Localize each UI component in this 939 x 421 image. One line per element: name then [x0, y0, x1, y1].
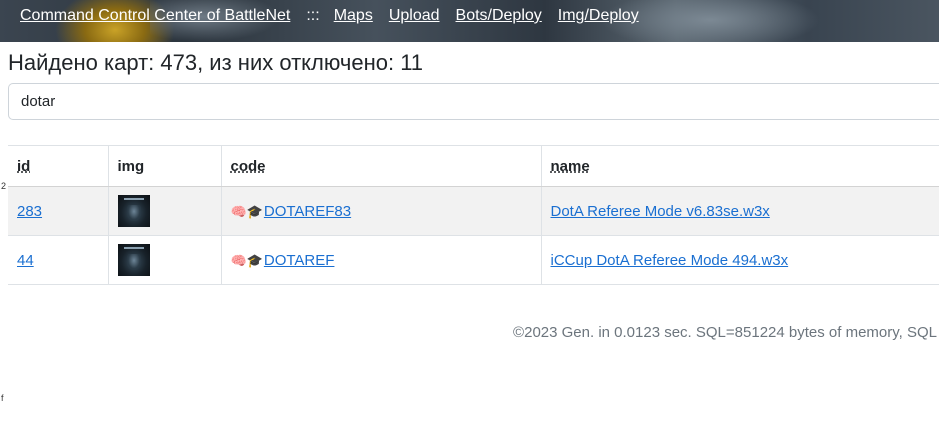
column-header-id[interactable]: id: [8, 145, 108, 187]
edge-glyph: 2: [1, 181, 7, 191]
column-header-name[interactable]: name: [540, 145, 939, 187]
cell-name: DotA Referee Mode v6.83se.w3x: [540, 186, 939, 236]
map-id-link[interactable]: 283: [17, 203, 42, 220]
cell-id: 283: [8, 186, 108, 236]
cell-code: 🧠🎓DOTAREF83: [220, 186, 541, 236]
cell-name: iCCup DotA Referee Mode 494.w3x: [540, 235, 939, 285]
nav-img-deploy-link[interactable]: Img/Deploy: [558, 6, 639, 26]
maps-table: id img code name 283 🧠🎓DOTAREF83 DotA Re…: [8, 145, 939, 285]
map-id-link[interactable]: 44: [17, 252, 34, 269]
brain-graduation-cap-icon: 🧠🎓: [230, 252, 263, 268]
map-code-link[interactable]: DOTAREF: [264, 252, 335, 269]
sort-id[interactable]: id: [17, 158, 30, 175]
img-header-label: img: [117, 157, 145, 175]
map-name-link[interactable]: DotA Referee Mode v6.83se.w3x: [551, 203, 770, 220]
sort-code[interactable]: code: [231, 158, 266, 175]
top-nav-bar: Command Control Center of BattleNet ::: …: [0, 0, 939, 42]
map-name-link[interactable]: iCCup DotA Referee Mode 494.w3x: [551, 252, 789, 269]
map-thumbnail[interactable]: [117, 244, 150, 276]
page-footer: ©2023 Gen. in 0.0123 sec. SQL=851224 byt…: [513, 324, 937, 341]
main-nav: Command Control Center of BattleNet ::: …: [20, 6, 655, 26]
nav-upload-link[interactable]: Upload: [389, 6, 440, 26]
sort-name[interactable]: name: [551, 158, 590, 175]
page-title: Найдено карт: 473, из них отключено: 11: [8, 50, 424, 75]
cell-id: 44: [8, 235, 108, 285]
table-header-row: id img code name: [8, 145, 939, 187]
nav-maps-link[interactable]: Maps: [334, 6, 373, 26]
cell-img: [107, 186, 221, 236]
nav-separator: :::: [306, 7, 320, 24]
edge-glyph: f: [1, 393, 4, 403]
nav-home-link[interactable]: Command Control Center of BattleNet: [20, 6, 290, 26]
table-row: 283 🧠🎓DOTAREF83 DotA Referee Mode v6.83s…: [8, 186, 939, 236]
map-thumbnail[interactable]: [117, 195, 150, 227]
map-code-link[interactable]: DOTAREF83: [264, 203, 351, 220]
brain-graduation-cap-icon: 🧠🎓: [230, 203, 263, 219]
column-header-img: img: [107, 145, 221, 187]
nav-bots-deploy-link[interactable]: Bots/Deploy: [456, 6, 542, 26]
cell-code: 🧠🎓DOTAREF: [220, 235, 541, 285]
cell-img: [107, 235, 221, 285]
search-input[interactable]: [8, 83, 939, 120]
table-row: 44 🧠🎓DOTAREF iCCup DotA Referee Mode 494…: [8, 235, 939, 285]
column-header-code[interactable]: code: [220, 145, 541, 187]
